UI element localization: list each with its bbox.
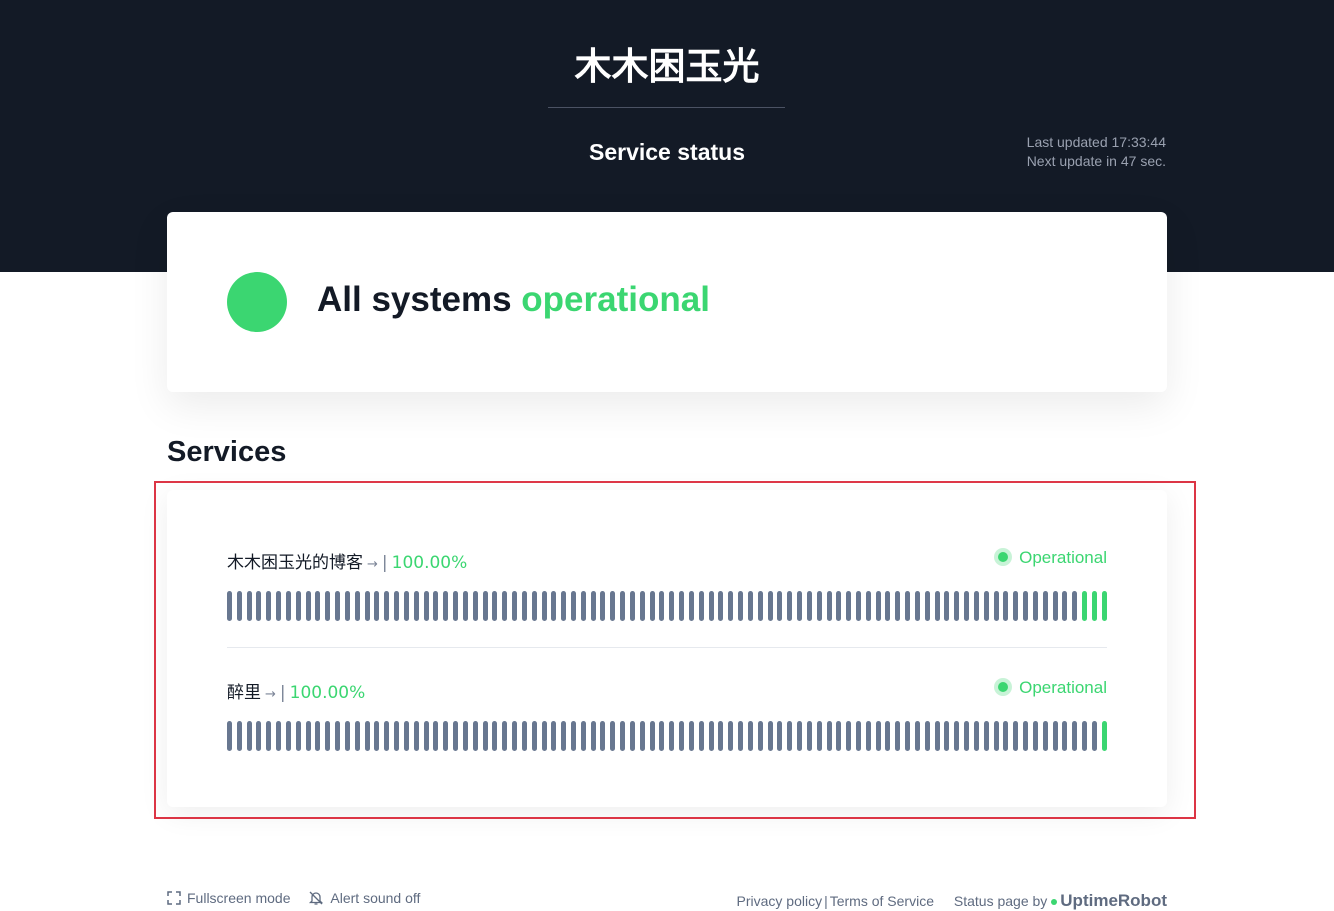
overall-status-card: All systems operational [167, 212, 1167, 392]
fullscreen-toggle[interactable]: Fullscreen mode [167, 890, 294, 906]
services-heading: Services [167, 436, 287, 468]
alert-sound-toggle[interactable]: Alert sound off [308, 890, 420, 906]
fullscreen-icon[interactable] [167, 891, 181, 905]
next-update-text: Next update in 47 sec. [1026, 153, 1166, 169]
overall-status-dot-icon [227, 272, 287, 332]
uptimerobot-logo-link[interactable]: UptimeRobot [1060, 891, 1167, 910]
last-updated-text: Last updated 17:33:44 [1026, 134, 1166, 150]
overall-status-prefix: All systems [317, 280, 512, 319]
overall-status-state: operational [521, 280, 710, 319]
site-title: 木木困玉光 [574, 45, 760, 88]
footer-separator: | [824, 893, 828, 909]
bell-off-icon[interactable] [308, 890, 324, 906]
highlight-outline [154, 481, 1196, 819]
powered-by-text: Status page by [953, 893, 1048, 909]
privacy-policy-link[interactable]: Privacy policy [737, 893, 823, 909]
brand-dot-icon [1051, 899, 1058, 905]
fullscreen-label[interactable]: Fullscreen mode [187, 890, 291, 906]
update-info: Last updated 17:33:44 Next update in 47 … [1027, 133, 1166, 171]
footer: Fullscreen mode Alert sound off Privacy … [167, 890, 1167, 911]
terms-of-service-link[interactable]: Terms of Service [830, 893, 934, 909]
title-divider [548, 107, 785, 108]
overall-status-text: All systems operational [317, 280, 710, 320]
alert-sound-label[interactable]: Alert sound off [330, 890, 420, 906]
